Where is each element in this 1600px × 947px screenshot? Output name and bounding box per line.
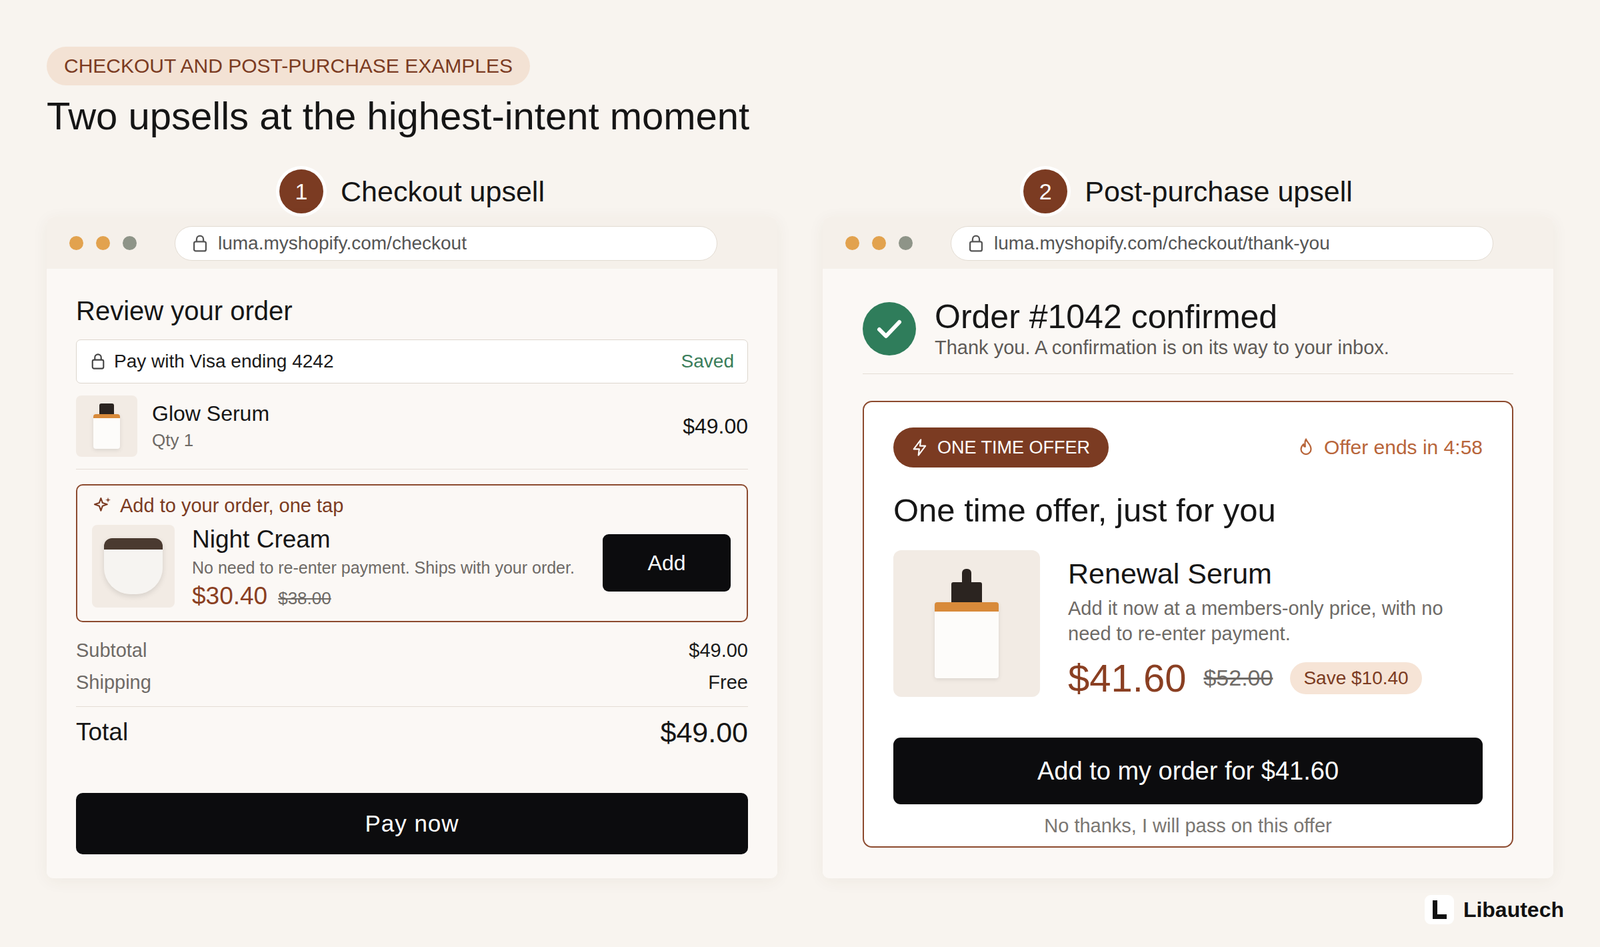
step-heading: 1 Checkout upsell (46, 169, 778, 214)
item-quantity: Qty 1 (152, 430, 668, 451)
confirmation-text: Order #1042 confirmedThank you. A confir… (934, 298, 1390, 359)
examples: 1 Checkout upsell luma.myshopify.com/check… (46, 169, 1554, 878)
order-summary: Subtotal $49.00 Shipping Free (76, 634, 748, 707)
checkout-page: Review your order Pay with Visa ending 42… (46, 268, 778, 878)
upsell-price: $30.40 $38.00 (192, 582, 586, 610)
pay-now-button[interactable]: Pay now (76, 792, 748, 854)
item-name: Glow Serum (152, 401, 668, 426)
dropper-shape (962, 568, 972, 582)
timer-text: Offer ends in 4:58 (1324, 436, 1483, 459)
step-label: Checkout upsell (340, 175, 545, 208)
sale-price: $30.40 (192, 582, 268, 610)
payment-method[interactable]: Pay with Visa ending 4242 Saved (76, 339, 748, 384)
order-confirmation: Order #1042 confirmedThank you. A confir… (862, 298, 1514, 374)
thank-you-page: Order #1042 confirmedThank you. A confir… (822, 268, 1554, 878)
offer-timer: Offer ends in 4:58 (1296, 436, 1483, 459)
offer-header: ONE TIME OFFER Offer ends in 4:58 (893, 427, 1483, 468)
summary-value: Free (708, 671, 748, 694)
jar-shape (104, 538, 163, 594)
payment-status: Saved (681, 350, 734, 372)
upsell-info: Night CreamNo need to re-enter payment. … (192, 524, 586, 610)
summary-label: Subtotal (76, 639, 147, 662)
summary-value: $49.00 (688, 639, 748, 662)
brand-logo: Libautech (1424, 894, 1564, 924)
offer-title: One time offer, just for you (893, 490, 1483, 530)
step-number: 1 (279, 169, 324, 214)
total-label: Total (76, 718, 128, 746)
step-heading: 2 Post-purchase upsell (822, 169, 1554, 214)
total-row: Total $49.00 (76, 706, 748, 758)
window-dot (898, 236, 913, 250)
sale-price: $41.60 (1068, 655, 1186, 700)
window-dot (845, 236, 860, 250)
step-label: Post-purchase upsell (1084, 175, 1353, 208)
confirmation-subtitle: Thank you. A confirmation is on its way … (934, 336, 1390, 359)
product-image (92, 524, 175, 608)
accept-offer-button[interactable]: Add to my order for $41.60 (893, 737, 1483, 804)
sparkle-icon (92, 495, 114, 517)
order-item: Glow Serum Qty 1 $49.00 (76, 383, 748, 470)
upsell-label-text: Add to your order, one tap (120, 494, 344, 517)
address-bar[interactable]: luma.myshopify.com/checkout/thank-you (950, 226, 1494, 261)
original-price: $52.00 (1203, 664, 1273, 691)
upsell-name: Night Cream (192, 524, 586, 554)
offer-price: $41.60 $52.00 Save $10.40 (1068, 655, 1483, 700)
window-dot (872, 236, 886, 250)
review-title: Review your order (76, 294, 748, 328)
upsell-label: Add to your order, one tap (92, 494, 731, 517)
product-image (76, 395, 138, 457)
browser-bar: luma.myshopify.com/checkout (46, 217, 778, 269)
offer-card: ONE TIME OFFER Offer ends in 4:58 One time… (862, 400, 1514, 848)
address-bar[interactable]: luma.myshopify.com/checkout (174, 226, 718, 261)
decline-link[interactable]: No thanks, I will pass on this offer (893, 814, 1483, 837)
product-image (893, 550, 1040, 697)
window-dot (69, 236, 84, 250)
offer-name: Renewal Serum (1068, 556, 1483, 590)
summary-label: Shipping (76, 671, 152, 694)
logo-icon (1424, 894, 1454, 924)
offer-badge: ONE TIME OFFER (893, 427, 1109, 468)
lock-icon (967, 234, 985, 253)
add-button[interactable]: Add (602, 534, 731, 592)
bolt-icon (910, 438, 930, 457)
offer-info: Renewal Serum Add it now at a members-onl… (1068, 550, 1483, 700)
offer-description: Add it now at a members-only price, with… (1068, 595, 1483, 646)
step-number: 2 (1023, 169, 1068, 214)
check-icon (862, 302, 916, 356)
badge-text: ONE TIME OFFER (937, 437, 1090, 458)
browser-window: luma.myshopify.com/checkout/thank-you Ord… (822, 217, 1554, 878)
window-dot (122, 236, 137, 250)
offer-product: Renewal Serum Add it now at a members-onl… (893, 550, 1483, 700)
confirmation-title: Order #1042 confirmed (934, 298, 1390, 336)
lock-icon (191, 234, 209, 253)
page-title: Two upsells at the highest-intent moment (46, 92, 1554, 140)
checkout-upsell: Add to your order, one tap Night CreamNo … (76, 484, 748, 622)
section-tag: CHECKOUT AND POST-PURCHASE EXAMPLES (46, 46, 530, 86)
post-purchase-example: 2 Post-purchase upsell luma.myshopify.com/… (822, 169, 1554, 878)
browser-window: luma.myshopify.com/checkout Review your o… (46, 217, 778, 878)
item-info: Glow Serum Qty 1 (152, 401, 668, 451)
flame-icon (1296, 437, 1316, 458)
url-text: luma.myshopify.com/checkout/thank-you (994, 232, 1330, 254)
summary-row: Shipping Free (76, 666, 748, 698)
summary-row: Subtotal $49.00 (76, 634, 748, 666)
upsell-description: No need to re-enter payment. Ships with … (192, 556, 586, 578)
browser-bar: luma.myshopify.com/checkout/thank-you (822, 217, 1554, 269)
payment-label: Pay with Visa ending 4242 (114, 350, 674, 372)
savings-pill: Save $10.40 (1290, 662, 1422, 694)
brand-name: Libautech (1463, 897, 1564, 922)
window-dot (96, 236, 110, 250)
url-text: luma.myshopify.com/checkout (218, 232, 467, 254)
lock-icon (90, 352, 106, 370)
checkout-example: 1 Checkout upsell luma.myshopify.com/check… (46, 169, 778, 878)
page: CHECKOUT AND POST-PURCHASE EXAMPLES Two u… (0, 0, 1600, 947)
item-price: $49.00 (682, 414, 748, 439)
upsell-product: Night CreamNo need to re-enter payment. … (92, 524, 731, 610)
original-price: $38.00 (278, 588, 332, 609)
total-value: $49.00 (660, 716, 748, 749)
